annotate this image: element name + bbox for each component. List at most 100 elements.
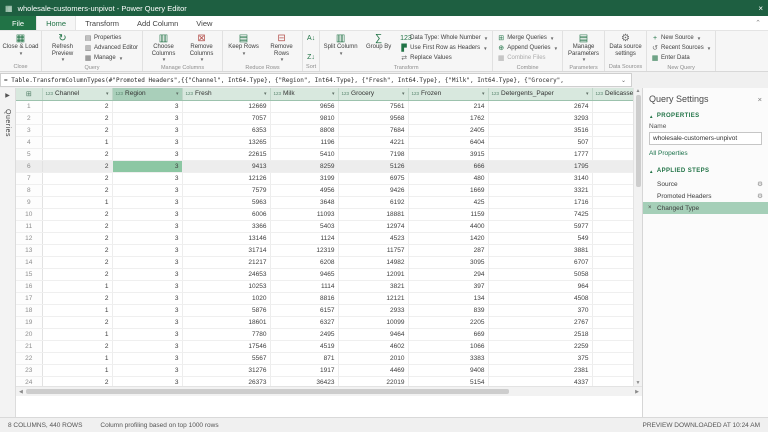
- grid-cell[interactable]: 287: [408, 244, 488, 256]
- grid-cell[interactable]: 3: [112, 244, 182, 256]
- grid-cell[interactable]: 2381: [488, 364, 592, 376]
- grid-cell[interactable]: 1: [42, 328, 112, 340]
- grid-cell[interactable]: 9408: [408, 364, 488, 376]
- grid-cell[interactable]: 1: [42, 352, 112, 364]
- grid-cell[interactable]: 3: [112, 364, 182, 376]
- merge-queries-button[interactable]: ⊞Merge Queries▼: [495, 33, 560, 43]
- grid-cell[interactable]: 6192: [338, 196, 408, 208]
- column-header-grocery[interactable]: 123Grocery▾: [338, 88, 408, 100]
- keep-rows-button[interactable]: ▤Keep Rows▼: [225, 32, 262, 64]
- append-queries-button[interactable]: ⊕Append Queries▼: [495, 43, 560, 53]
- grid-cell[interactable]: 964: [488, 280, 592, 292]
- expand-queries-pane-icon[interactable]: ▶: [5, 88, 10, 101]
- grid-cell[interactable]: 7579: [182, 184, 270, 196]
- grid-cell[interactable]: 2259: [488, 340, 592, 352]
- grid-cell[interactable]: 3: [112, 256, 182, 268]
- use-first-row-as-headers-button[interactable]: ▛Use First Row as Headers▼: [398, 43, 490, 53]
- grid-cell[interactable]: 3: [112, 124, 182, 136]
- filter-dropdown-icon[interactable]: ▾: [106, 91, 109, 97]
- grid-cell[interactable]: 5567: [182, 352, 270, 364]
- grid-cell[interactable]: 1777: [488, 148, 592, 160]
- scroll-down-icon[interactable]: ▼: [636, 380, 641, 386]
- close-load-button[interactable]: ▦Close & Load▼: [2, 32, 39, 63]
- grid-cell[interactable]: 480: [408, 172, 488, 184]
- grid-cell[interactable]: 2: [42, 172, 112, 184]
- filter-dropdown-icon[interactable]: ▾: [332, 91, 335, 97]
- grid-cell[interactable]: 2: [42, 100, 112, 112]
- scroll-right-icon[interactable]: ▶: [635, 389, 639, 395]
- grid-cell[interactable]: 2767: [488, 316, 592, 328]
- grid-cell[interactable]: 5403: [270, 220, 338, 232]
- grid-cell[interactable]: 3321: [488, 184, 592, 196]
- grid-cell[interactable]: 839: [408, 304, 488, 316]
- grid-cell[interactable]: 3: [112, 280, 182, 292]
- all-properties-link[interactable]: All Properties: [649, 150, 762, 157]
- grid-cell[interactable]: 2: [42, 112, 112, 124]
- grid-cell[interactable]: 14982: [338, 256, 408, 268]
- delete-step-icon[interactable]: ×: [648, 205, 657, 211]
- grid-cell[interactable]: 18881: [338, 208, 408, 220]
- grid-cell[interactable]: 134: [408, 292, 488, 304]
- scroll-up-icon[interactable]: ▲: [636, 88, 641, 94]
- grid-cell[interactable]: 3: [112, 172, 182, 184]
- grid-cell[interactable]: 12974: [338, 220, 408, 232]
- combine-files-button[interactable]: ▦Combine Files: [495, 53, 560, 63]
- grid-cell[interactable]: 10099: [338, 316, 408, 328]
- grid-cell[interactable]: 2: [42, 220, 112, 232]
- grid-cell[interactable]: 3: [112, 112, 182, 124]
- filter-dropdown-icon[interactable]: ▾: [176, 91, 179, 97]
- step-settings-gear-icon[interactable]: ⚙: [757, 192, 763, 200]
- grid-cell[interactable]: 2405: [408, 124, 488, 136]
- grid-cell[interactable]: 3: [112, 220, 182, 232]
- vertical-scroll-thumb[interactable]: [636, 95, 641, 187]
- grid-cell[interactable]: 375: [488, 352, 592, 364]
- grid-cell[interactable]: 24653: [182, 268, 270, 280]
- grid-cell[interactable]: 11757: [338, 244, 408, 256]
- filter-dropdown-icon[interactable]: ▾: [264, 91, 267, 97]
- formula-bar[interactable]: = Table.TransformColumnTypes(#"Promoted …: [0, 73, 632, 87]
- grid-cell[interactable]: 3881: [488, 244, 592, 256]
- grid-cell[interactable]: 9568: [338, 112, 408, 124]
- column-header-frozen[interactable]: 123Frozen▾: [408, 88, 488, 100]
- grid-cell[interactable]: 3: [112, 100, 182, 112]
- grid-cell[interactable]: 6157: [270, 304, 338, 316]
- grid-cell[interactable]: 1420: [408, 232, 488, 244]
- grid-cell[interactable]: 9465: [270, 268, 338, 280]
- grid-cell[interactable]: 3516: [488, 124, 592, 136]
- grid-cell[interactable]: 2933: [338, 304, 408, 316]
- grid-cell[interactable]: 1020: [182, 292, 270, 304]
- grid-cell[interactable]: 5410: [270, 148, 338, 160]
- grid-cell[interactable]: 5977: [488, 220, 592, 232]
- grid-cell[interactable]: 5126: [338, 160, 408, 172]
- grid-cell[interactable]: 2: [42, 232, 112, 244]
- grid-cell[interactable]: 2: [42, 124, 112, 136]
- table-menu-button[interactable]: ⊞: [16, 88, 42, 100]
- replace-values-button[interactable]: ⇄Replace Values: [398, 53, 490, 63]
- grid-cell[interactable]: 4956: [270, 184, 338, 196]
- grid-cell[interactable]: 17546: [182, 340, 270, 352]
- grid-cell[interactable]: 5058: [488, 268, 592, 280]
- grid-cell[interactable]: 871: [270, 352, 338, 364]
- grid-cell[interactable]: 666: [408, 160, 488, 172]
- new-source-button[interactable]: +New Source▼: [649, 33, 713, 43]
- data-source-settings-button[interactable]: ⚙Data source settings: [607, 32, 644, 63]
- grid-cell[interactable]: 9426: [338, 184, 408, 196]
- close-panel-icon[interactable]: ×: [758, 95, 762, 104]
- grid-cell[interactable]: 6327: [270, 316, 338, 328]
- grid-cell[interactable]: 4400: [408, 220, 488, 232]
- grid-cell[interactable]: 1917: [270, 364, 338, 376]
- grid-cell[interactable]: 3821: [338, 280, 408, 292]
- grid-cell[interactable]: 1159: [408, 208, 488, 220]
- grid-cell[interactable]: 3383: [408, 352, 488, 364]
- applied-step-promoted-headers[interactable]: Promoted Headers⚙: [643, 190, 768, 202]
- grid-cell[interactable]: 1: [42, 304, 112, 316]
- grid-cell[interactable]: 2: [42, 256, 112, 268]
- grid-cell[interactable]: 3: [112, 340, 182, 352]
- grid-cell[interactable]: 11093: [270, 208, 338, 220]
- grid-cell[interactable]: 2495: [270, 328, 338, 340]
- close-window-button[interactable]: ×: [758, 4, 763, 13]
- grid-cell[interactable]: 6975: [338, 172, 408, 184]
- applied-steps-section-header[interactable]: ▲ APPLIED STEPS: [643, 164, 768, 177]
- grid-cell[interactable]: 9656: [270, 100, 338, 112]
- grid-cell[interactable]: 397: [408, 280, 488, 292]
